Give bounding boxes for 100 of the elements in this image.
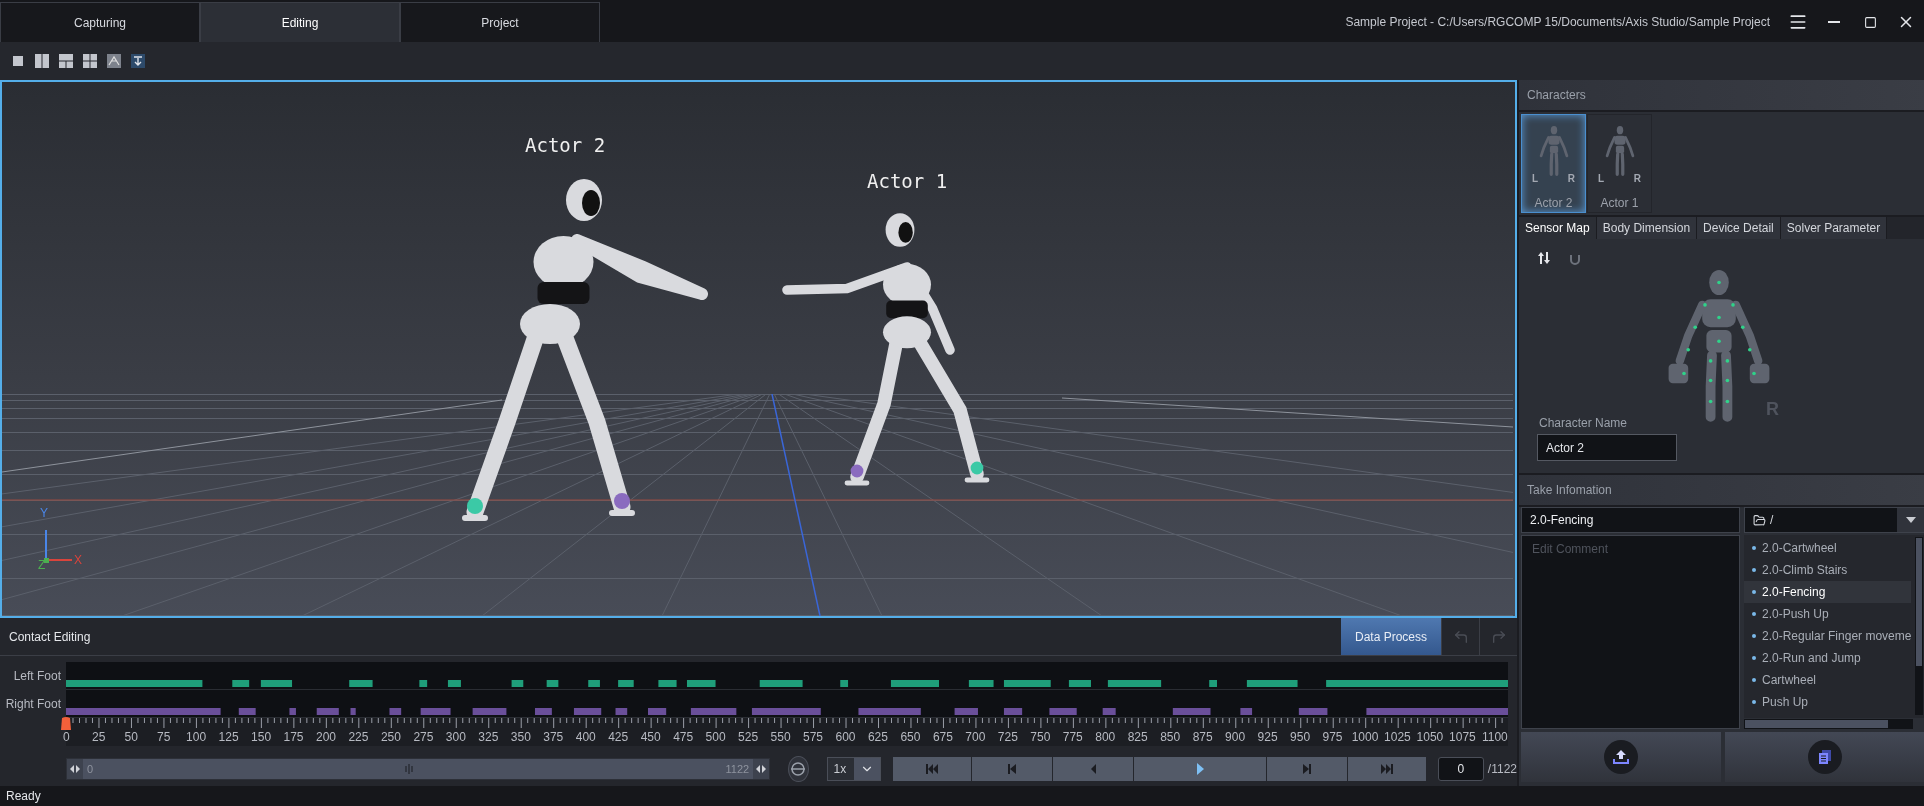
character-card[interactable]: L R Actor 2 bbox=[1521, 114, 1586, 213]
ruler-label: 675 bbox=[931, 730, 954, 744]
four-pane-icon[interactable] bbox=[80, 51, 100, 71]
redo-icon bbox=[1490, 628, 1507, 645]
ruler-label: 125 bbox=[217, 730, 240, 744]
two-column-icon[interactable] bbox=[32, 51, 52, 71]
ruler-label: 350 bbox=[509, 730, 532, 744]
ruler-label: 1000 bbox=[1350, 730, 1380, 744]
ruler-label: 50 bbox=[123, 730, 139, 744]
grip-icon bbox=[405, 764, 414, 774]
frame-field[interactable]: 0 bbox=[1437, 757, 1484, 781]
ruler-label: 700 bbox=[964, 730, 987, 744]
upload-icon bbox=[1613, 749, 1630, 765]
panel-title: Contact Editing bbox=[9, 629, 92, 644]
ruler-label: 0 bbox=[61, 730, 71, 744]
actor-label: Actor 2 bbox=[525, 134, 606, 156]
previous-key-button[interactable] bbox=[971, 757, 1052, 781]
dropdown-button[interactable] bbox=[1897, 508, 1924, 532]
ruler-label: 875 bbox=[1191, 730, 1214, 744]
contact-bars-drawing[interactable] bbox=[66, 662, 1508, 690]
ruler-label: 400 bbox=[574, 730, 597, 744]
mode-tab[interactable]: Capturing bbox=[0, 2, 200, 42]
ruler-label: 475 bbox=[672, 730, 695, 744]
transport-icon bbox=[924, 762, 939, 776]
window-title: Sample Project - C:/Users/RGCOMP 15/Documents/Axis Studio/Sample Project bbox=[1345, 15, 1770, 29]
take-item[interactable]: 2.0-Push Up bbox=[1744, 603, 1912, 625]
ruler-label: 1100 bbox=[1480, 730, 1509, 744]
take-item[interactable]: Cartwheel bbox=[1744, 669, 1912, 691]
document-icon bbox=[1817, 749, 1834, 765]
ruler-label: 625 bbox=[866, 730, 889, 744]
take-item[interactable]: 2.0-Climb Stairs bbox=[1744, 559, 1912, 581]
skip-to-end-button[interactable] bbox=[1347, 757, 1426, 781]
ruler-label: 750 bbox=[1029, 730, 1052, 744]
ruler-label: 275 bbox=[412, 730, 435, 744]
side-mark: L bbox=[1532, 173, 1539, 184]
mode-tab[interactable]: Editing bbox=[200, 2, 400, 42]
vertical-scrollbar[interactable] bbox=[1915, 537, 1924, 715]
ruler-label: 775 bbox=[1061, 730, 1084, 744]
ruler-label: 525 bbox=[737, 730, 760, 744]
detail-tab[interactable]: Solver Parameter bbox=[1780, 217, 1888, 239]
menu-icon bbox=[1788, 12, 1808, 32]
ruler-label: 200 bbox=[314, 730, 337, 744]
undo-icon bbox=[1452, 628, 1469, 645]
ruler-label: 325 bbox=[477, 730, 500, 744]
frame-total: /1122 bbox=[1487, 762, 1517, 776]
range-handle[interactable] bbox=[67, 759, 83, 779]
detail-tab[interactable]: Body Dimension bbox=[1596, 217, 1698, 239]
character-name-field[interactable]: Actor 2 bbox=[1537, 434, 1677, 461]
take-item[interactable]: 2.0-Run and Jump bbox=[1744, 647, 1912, 669]
ruler-label: 150 bbox=[250, 730, 273, 744]
ruler-label: 25 bbox=[91, 730, 107, 744]
skip-to-start-button[interactable] bbox=[892, 757, 971, 781]
next-key-button[interactable] bbox=[1266, 757, 1347, 781]
detail-tab[interactable]: Device Detail bbox=[1697, 217, 1781, 239]
status-text: Ready bbox=[6, 789, 41, 803]
detail-tab[interactable]: Sensor Map bbox=[1519, 217, 1597, 239]
contact-bars-drawing[interactable] bbox=[66, 690, 1508, 718]
ruler-label: 725 bbox=[996, 730, 1019, 744]
ruler-label: 425 bbox=[607, 730, 630, 744]
folder-dropdown[interactable]: / bbox=[1744, 507, 1924, 533]
speed-dropdown[interactable]: 1x bbox=[826, 757, 881, 781]
three-pane-icon[interactable] bbox=[56, 51, 76, 71]
take-item[interactable]: Push Up bbox=[1744, 691, 1912, 713]
download-layout-icon[interactable] bbox=[128, 51, 148, 71]
actor-label: Actor 1 bbox=[867, 170, 948, 192]
take-item[interactable]: 2.0-Regular Finger moveme bbox=[1744, 625, 1912, 647]
ruler-label: 1025 bbox=[1383, 730, 1412, 744]
take-item[interactable]: 2.0-Fencing bbox=[1744, 581, 1912, 603]
ruler-label: 925 bbox=[1256, 730, 1279, 744]
side-mark: L bbox=[1598, 173, 1605, 184]
track-label: Right Foot bbox=[4, 696, 62, 713]
playhead-marker[interactable] bbox=[60, 716, 72, 732]
swap-icon[interactable] bbox=[1537, 251, 1551, 265]
ruler-label: 650 bbox=[899, 730, 922, 744]
panel-title: Take Infomation bbox=[1519, 475, 1924, 507]
caret-icon bbox=[1905, 517, 1916, 523]
side-mark: R bbox=[1633, 173, 1641, 184]
horizontal-scrollbar[interactable] bbox=[1744, 719, 1914, 729]
range-handle[interactable] bbox=[753, 759, 770, 779]
ruler-label: 975 bbox=[1321, 730, 1344, 744]
3d-viewport[interactable]: Actor 2 Actor 1 Y Z X bbox=[0, 80, 1517, 618]
character-card[interactable]: L R Actor 1 bbox=[1587, 114, 1652, 213]
axis-label: X bbox=[74, 553, 82, 567]
resize-arrows-icon bbox=[70, 764, 80, 774]
take-name-field[interactable]: 2.0-Fencing bbox=[1521, 507, 1740, 533]
mode-tab[interactable]: Project bbox=[400, 2, 600, 42]
dropdown-button[interactable] bbox=[853, 758, 880, 780]
ruler-label: 825 bbox=[1126, 730, 1149, 744]
ruler-label: 1075 bbox=[1448, 730, 1477, 744]
take-item[interactable]: 2.0-Cartwheel bbox=[1744, 537, 1912, 559]
ruler-label: 575 bbox=[802, 730, 825, 744]
data-process-button[interactable]: Data Process bbox=[1341, 618, 1441, 655]
ruler-label: 600 bbox=[834, 730, 857, 744]
ruler-label: 1050 bbox=[1415, 730, 1445, 744]
minimize-icon bbox=[1828, 21, 1840, 23]
ruler-label: 900 bbox=[1224, 730, 1247, 744]
side-mark: R bbox=[1567, 173, 1575, 184]
loop-button[interactable] bbox=[788, 756, 809, 782]
ruler-label: 450 bbox=[639, 730, 662, 744]
comment-field[interactable]: Edit Comment bbox=[1521, 535, 1740, 729]
